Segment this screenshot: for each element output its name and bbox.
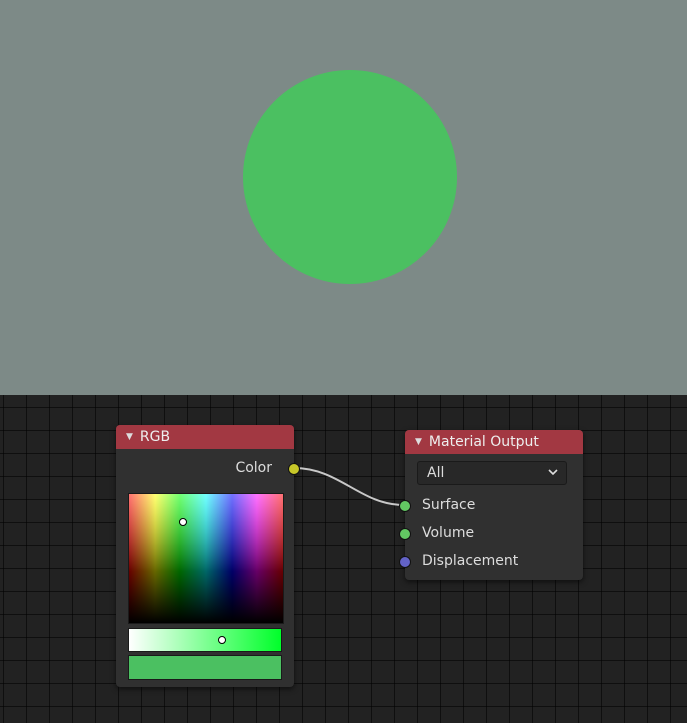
volume-input-socket[interactable] [399,528,411,540]
3d-viewport[interactable] [0,0,687,395]
target-dropdown-value: All [427,465,445,481]
material-output-node[interactable]: ▼ Material Output All Surface Volume Dis… [399,430,583,580]
picker-cursor-handle[interactable] [179,518,187,526]
collapse-triangle-icon[interactable]: ▼ [126,432,133,442]
node-links [293,467,405,506]
value-slider-handle[interactable] [218,636,226,644]
displacement-input-socket[interactable] [399,556,411,568]
color-output-row: Color [235,458,272,478]
material-output-header[interactable]: ▼ Material Output [405,430,583,454]
volume-input-label: Volume [422,525,475,541]
collapse-triangle-icon[interactable]: ▼ [415,437,422,447]
color-output-label: Color [235,460,272,476]
color-to-surface-link [293,467,405,506]
target-dropdown[interactable]: All [417,461,567,485]
displacement-input-row: Displacement [422,551,518,571]
material-preview-sphere [243,70,457,284]
shader-node-editor[interactable]: ▼ RGB Color ▼ Material Output All Surfac… [0,395,687,723]
chevron-down-icon [548,469,558,476]
surface-input-label: Surface [422,497,476,513]
color-output-socket[interactable] [288,463,300,475]
value-slider[interactable] [128,628,282,652]
rgb-node-title: RGB [139,429,171,445]
surface-input-socket[interactable] [399,500,411,512]
hue-saturation-picker[interactable] [128,493,284,624]
surface-input-row: Surface [422,495,475,515]
material-output-title: Material Output [428,434,539,450]
displacement-input-label: Displacement [422,553,519,569]
volume-input-row: Volume [422,523,474,543]
rgb-node-header[interactable]: ▼ RGB [116,425,294,449]
rgb-node[interactable]: ▼ RGB Color [116,425,300,687]
color-swatch[interactable] [128,655,282,680]
